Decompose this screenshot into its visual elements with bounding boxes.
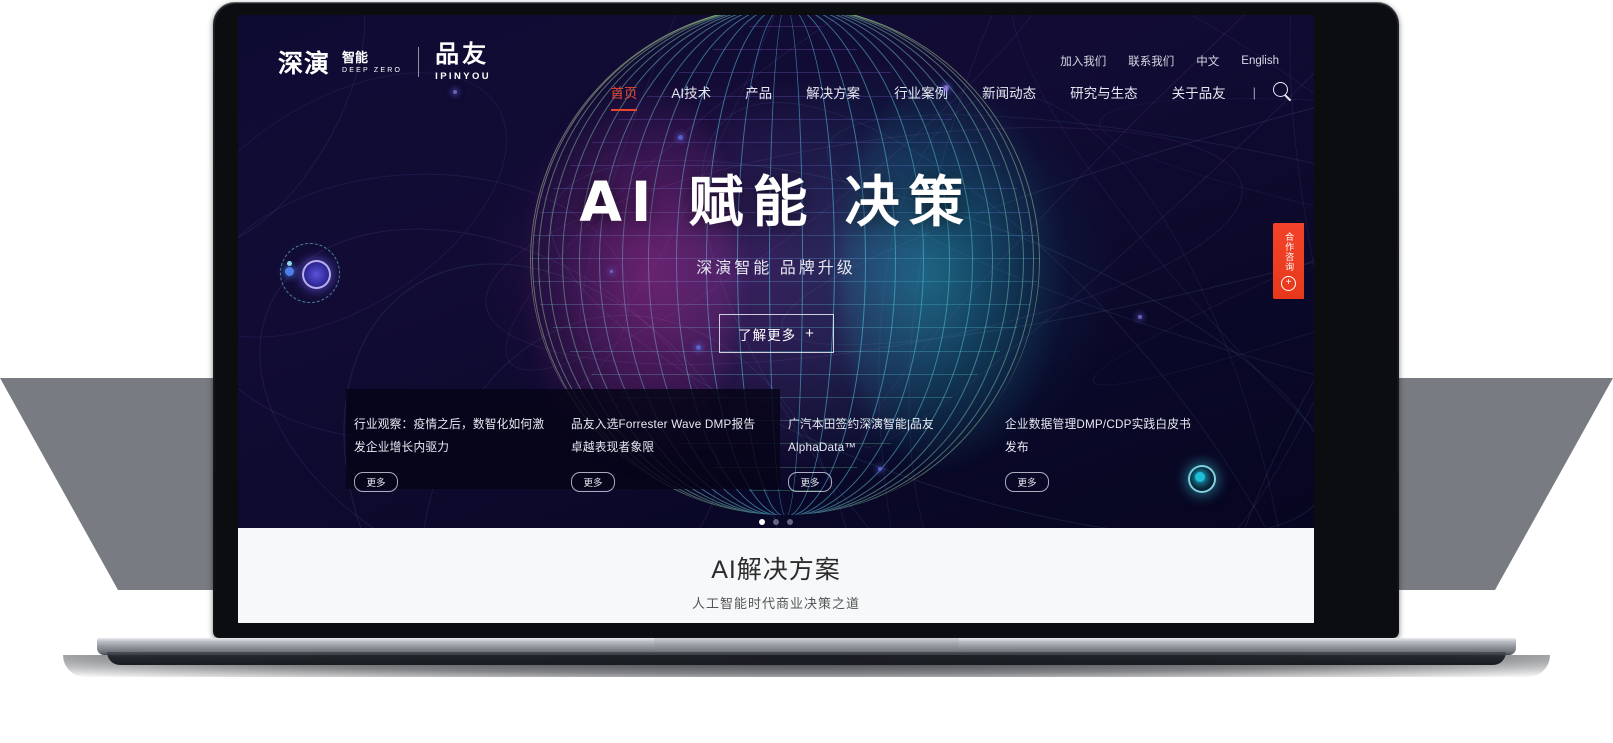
laptop-mockup: 深演 智能 DEEP ZERO 品友 IPINYOU 加入我们 联系我们 中文 <box>0 0 1613 743</box>
news-card[interactable]: 广汽本田签约深演智能|品友AlphaData™ 更多 <box>780 389 997 492</box>
carousel-dot-2[interactable] <box>773 519 779 525</box>
news-card[interactable]: 品友入选Forrester Wave DMP报告卓越表现者象限 更多 <box>563 389 780 492</box>
util-nav-english[interactable]: English <box>1241 55 1279 67</box>
plus-icon: + <box>805 325 814 342</box>
news-card-title: 品友入选Forrester Wave DMP报告卓越表现者象限 <box>571 418 756 455</box>
nav-item-cases[interactable]: 行业案例 <box>877 82 965 102</box>
carousel-dot-3[interactable] <box>787 519 793 525</box>
logo-cn-text: 深演 <box>278 49 331 79</box>
carousel-dots <box>238 519 1314 525</box>
logo-right-roman-text: IPINYOU <box>435 71 492 82</box>
particle-decoration <box>678 135 683 140</box>
news-card-more-button[interactable]: 更多 <box>571 471 615 492</box>
particle-decoration <box>1138 315 1142 319</box>
util-nav-join-us[interactable]: 加入我们 <box>1060 53 1106 69</box>
sphere-parallel <box>748 25 822 28</box>
cooperation-inquiry-label: 合作咨询 <box>1284 231 1295 272</box>
sphere-parallel <box>679 71 891 74</box>
logo-roman-text: DEEP ZERO <box>342 66 403 74</box>
news-card-more-button[interactable]: 更多 <box>354 471 398 492</box>
plus-circle-icon: + <box>1281 275 1296 291</box>
util-nav-contact-us[interactable]: 联系我们 <box>1128 53 1174 69</box>
logo-divider <box>418 47 420 78</box>
nav-item-ai-tech[interactable]: AI技术 <box>654 82 728 102</box>
section-title: AI解决方案 <box>711 556 841 584</box>
nav-item-news[interactable]: 新闻动态 <box>965 82 1053 102</box>
hero-subtitle: 深演智能 品牌升级 <box>696 260 856 277</box>
laptop-base-notch <box>654 638 959 651</box>
search-icon-handle <box>1284 94 1292 102</box>
hero-copy: AI 赋能 决策 深演智能 品牌升级 了解更多 + <box>238 175 1314 353</box>
nav-item-products[interactable]: 产品 <box>728 82 789 102</box>
site-logo[interactable]: 深演 智能 DEEP ZERO 品友 IPINYOU <box>278 43 491 82</box>
carousel-dot-1[interactable] <box>759 519 765 525</box>
news-card-title: 行业观察：疫情之后，数智化如何激发企业增长内驱力 <box>354 418 545 455</box>
solutions-section: AI解决方案 人工智能时代商业决策之道 <box>238 528 1314 623</box>
news-cards: 行业观察：疫情之后，数智化如何激发企业增长内驱力 更多 品友入选Forreste… <box>346 389 1216 492</box>
news-card-more-label: 更多 <box>366 477 386 489</box>
news-card[interactable]: 行业观察：疫情之后，数智化如何激发企业增长内驱力 更多 <box>346 389 563 492</box>
learn-more-label: 了解更多 <box>738 327 797 343</box>
news-card-more-button[interactable]: 更多 <box>788 471 832 492</box>
hero-banner: 深演 智能 DEEP ZERO 品友 IPINYOU 加入我们 联系我们 中文 <box>238 15 1314 528</box>
sphere-parallel <box>713 48 857 51</box>
particle-decoration <box>610 270 613 273</box>
news-card-title: 广汽本田签约深演智能|品友AlphaData™ <box>788 418 934 455</box>
news-card-title: 企业数据管理DMP/CDP实践白皮书发布 <box>1005 418 1192 455</box>
cooperation-inquiry-tab[interactable]: 合作咨询 + <box>1273 223 1304 299</box>
search-icon[interactable] <box>1272 81 1294 103</box>
laptop-shadow-left <box>0 378 230 590</box>
news-card-more-button[interactable]: 更多 <box>1005 471 1049 492</box>
learn-more-button[interactable]: 了解更多 + <box>718 314 834 353</box>
news-card-more-label: 更多 <box>1017 477 1037 489</box>
news-card-more-label: 更多 <box>583 477 603 489</box>
logo-cn-small-text: 智能 <box>342 49 369 65</box>
particle-decoration <box>453 90 457 94</box>
laptop-base-shadow <box>63 655 1550 677</box>
particle-decoration <box>878 467 882 471</box>
nav-item-solutions[interactable]: 解决方案 <box>789 82 877 102</box>
nav-separator: | <box>1252 84 1256 100</box>
nav-item-home[interactable]: 首页 <box>593 82 654 102</box>
util-nav-chinese[interactable]: 中文 <box>1196 53 1219 69</box>
hero-title: AI 赋能 决策 <box>579 170 973 234</box>
main-nav: 首页 AI技术 产品 解决方案 行业案例 新闻动态 研究与生态 关于品友 | <box>593 81 1294 103</box>
nav-item-research[interactable]: 研究与生态 <box>1053 82 1155 102</box>
website-viewport: 深演 智能 DEEP ZERO 品友 IPINYOU 加入我们 联系我们 中文 <box>238 15 1314 623</box>
particle-decoration <box>943 85 949 91</box>
news-card-more-label: 更多 <box>800 477 820 489</box>
utility-nav: 加入我们 联系我们 中文 English <box>1060 53 1279 69</box>
news-card[interactable]: 企业数据管理DMP/CDP实践白皮书发布 更多 <box>997 389 1214 492</box>
nav-item-about[interactable]: 关于品友 <box>1155 82 1243 102</box>
laptop-screen: 深演 智能 DEEP ZERO 品友 IPINYOU 加入我们 联系我们 中文 <box>238 15 1314 623</box>
logo-right-cn-text: 品友 <box>435 41 490 68</box>
particle-decoration <box>696 345 701 350</box>
section-subtitle: 人工智能时代商业决策之道 <box>691 596 860 611</box>
laptop-shadow-right <box>1383 378 1613 590</box>
